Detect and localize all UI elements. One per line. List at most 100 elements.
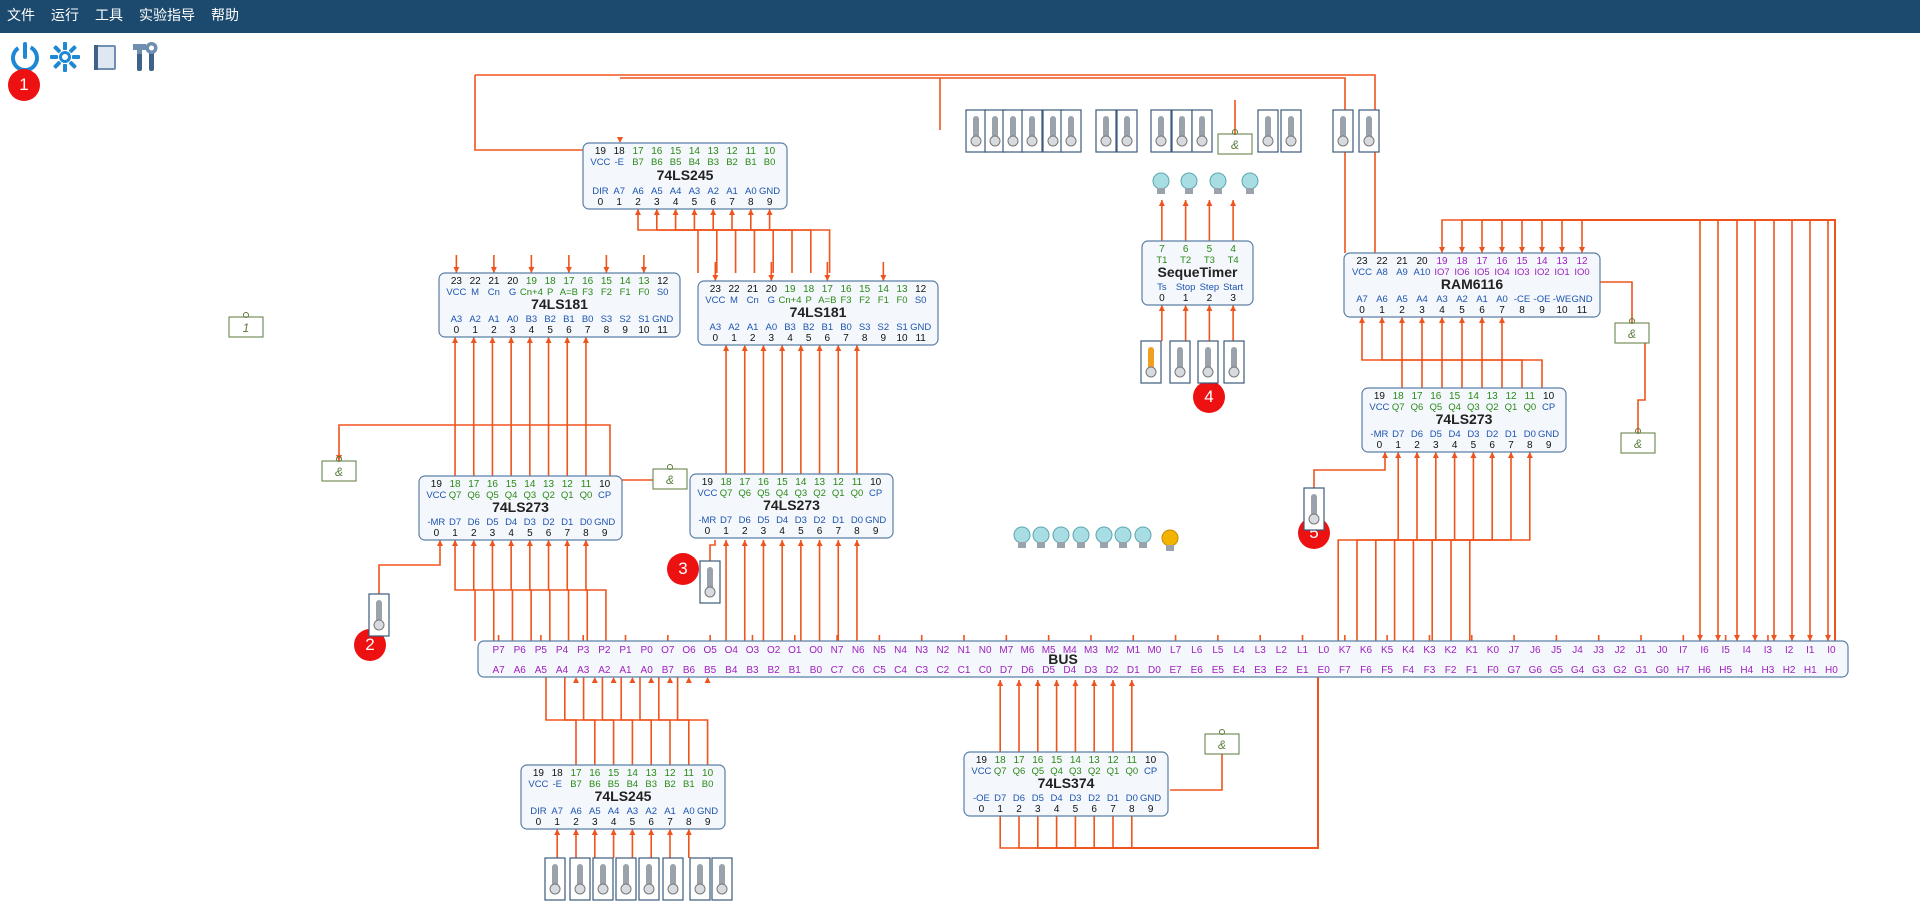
bus-pin-top: M6 (1021, 645, 1035, 656)
toggle-switch[interactable] (1169, 340, 1191, 384)
wire-arrow (685, 829, 692, 835)
toggle-switch[interactable] (1358, 109, 1380, 153)
pin-number: 16 (651, 146, 663, 157)
chip-74ls273-u273b[interactable]: 19VCC-MR018Q7D7117Q6D6216Q5D5315Q4D4414Q… (689, 473, 894, 539)
pin-number: 18 (720, 477, 732, 488)
switch-lever (1068, 116, 1074, 138)
pin-signal: D1 (1107, 793, 1119, 804)
toggle-switch[interactable] (1002, 109, 1024, 153)
toggle-switch[interactable] (1116, 109, 1138, 153)
and-gate[interactable]: & (1204, 729, 1240, 755)
wire (1561, 219, 1836, 641)
menu-run[interactable]: 运行 (43, 0, 87, 33)
switch-lever (1205, 347, 1211, 369)
toggle-switch[interactable] (984, 109, 1006, 153)
pin-number: 0 (713, 333, 719, 344)
toggle-switch[interactable] (1332, 109, 1354, 153)
wire-arrow (723, 540, 730, 546)
pin-signal: B0 (702, 779, 714, 790)
toggle-switch[interactable] (1150, 109, 1172, 153)
menu-experiment-guide[interactable]: 实验指导 (131, 0, 203, 33)
chip-74ls245-u245b[interactable]: 19VCCDIR018-EA7117B7A6216B6A5315B5A4414B… (520, 764, 726, 830)
pin-number: 10 (764, 146, 776, 157)
pin-signal: D4 (505, 517, 517, 528)
pin-signal: D2 (1088, 793, 1100, 804)
toggle-switch[interactable] (1095, 109, 1117, 153)
pin-signal: D5 (486, 517, 498, 528)
toggle-switch[interactable] (638, 857, 660, 901)
pin-signal: S3 (601, 314, 613, 325)
switch-knob (989, 135, 1001, 147)
toggle-switch[interactable] (1280, 109, 1302, 153)
toggle-switch[interactable] (1060, 109, 1082, 153)
not-gate[interactable]: 1 (228, 312, 264, 338)
toggle-switch[interactable] (615, 857, 637, 901)
toggle-switch[interactable] (1257, 109, 1279, 153)
switch-lever (1050, 116, 1056, 138)
pin-signal: F0 (638, 287, 649, 298)
pin-number: 6 (710, 197, 716, 208)
lamp-off-icon (1052, 526, 1070, 548)
wire-arrow (741, 345, 748, 351)
pin-number: 14 (878, 284, 890, 295)
wire-arrow (629, 677, 636, 683)
bus-pin-bottom: D7 (1000, 665, 1013, 676)
bus-pin-bottom: C4 (894, 665, 907, 676)
toggle-switch[interactable] (1042, 109, 1064, 153)
menu-tools[interactable]: 工具 (87, 0, 131, 33)
menu-file[interactable]: 文件 (0, 0, 43, 33)
bus-pin-top: K1 (1466, 645, 1479, 656)
pin-signal: GND (594, 517, 615, 528)
pin-number: 11 (581, 479, 592, 490)
switch-lever (670, 864, 676, 886)
wire-arrow (667, 829, 673, 835)
wire (601, 677, 634, 765)
toggle-switch[interactable] (1140, 340, 1162, 384)
pin-number: 16 (1496, 256, 1508, 267)
wire-arrow (1519, 247, 1525, 253)
bus-pin-top: M3 (1084, 645, 1098, 656)
bus[interactable]: P7 A7 P6 A6 P5 A5 P4 A4 P3 A3 P2 A2 P1 A1 P0 A0 O7 B7 O6 B6… (477, 640, 1849, 678)
bus-pin-top: K5 (1381, 645, 1394, 656)
toggle-switch[interactable] (544, 857, 566, 901)
bus-pin-top: J2 (1615, 645, 1626, 656)
pin-number: 5 (798, 526, 804, 537)
toggle-switch[interactable] (368, 593, 390, 637)
toggle-switch[interactable] (662, 857, 684, 901)
toggle-switch[interactable] (1303, 487, 1325, 531)
bus-pin-bottom: H6 (1698, 665, 1711, 676)
toggle-switch[interactable] (965, 109, 987, 153)
menu-help[interactable]: 帮助 (203, 0, 247, 33)
toggle-switch[interactable] (1197, 340, 1219, 384)
pin-signal: S2 (619, 314, 631, 325)
chip-74ls273-u273c[interactable]: 19VCC-MR018Q7D7117Q6D6216Q5D5315Q4D4414Q… (1361, 387, 1567, 453)
switch-lever (1231, 347, 1237, 369)
toggle-switch[interactable] (711, 857, 733, 901)
pin-number: 19 (702, 477, 714, 488)
switch-lever (1311, 494, 1317, 516)
chip-74ls181-u181a[interactable]: 23VCCA3022MA2121CnA1220GA0319Cn+4B3418PB… (438, 272, 681, 338)
wire-arrow (490, 267, 497, 273)
wire-arrow (779, 345, 786, 351)
and-gate[interactable]: & (652, 464, 688, 490)
chip-title: 74LS245 (595, 788, 652, 804)
chip-74ls273-u273a[interactable]: 19VCC-MR018Q7D7117Q6D6216Q5D5315Q4D4414Q… (418, 475, 623, 541)
toggle-switch[interactable] (1191, 109, 1213, 153)
toggle-switch[interactable] (1223, 340, 1245, 384)
toggle-switch[interactable] (699, 560, 721, 604)
bus-pin-bottom: E5 (1212, 665, 1225, 676)
pin-number: 5 (1207, 244, 1213, 255)
pin-number: 16 (487, 479, 499, 490)
chip-ram6116-uram[interactable]: 23VCCA7022A8A6121A9A5220A10A4319IO7A3418… (1343, 252, 1601, 318)
toggle-switch[interactable] (569, 857, 591, 901)
chip-sequetimer-useq[interactable]: 7T1Ts06T2Stop15T3Step24T4Start3SequeTime… (1141, 240, 1254, 306)
chip-74ls374-u374[interactable]: 19VCC-OE018Q7D7117Q6D6216Q5D5315Q4D4414Q… (963, 751, 1169, 817)
bus-pin-bottom: E2 (1275, 665, 1288, 676)
wire-arrow (766, 209, 773, 215)
toggle-switch[interactable] (689, 857, 711, 901)
chip-74ls181-u181b[interactable]: 23VCCA3022MA2121CnA1220GA0319Cn+4B3418PB… (697, 280, 939, 346)
chip-74ls245-u245a[interactable]: 19VCCDIR018-EA7117B7A6216B6A5315B5A4414B… (582, 142, 788, 210)
toggle-switch[interactable] (592, 857, 614, 901)
toggle-switch[interactable] (1171, 109, 1193, 153)
toggle-switch[interactable] (1021, 109, 1043, 153)
